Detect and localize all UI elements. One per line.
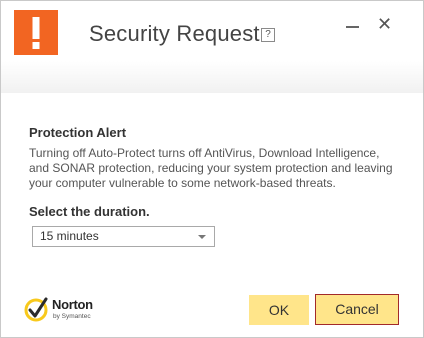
dialog-header: Security Request ? ✕ <box>1 1 423 93</box>
security-request-dialog: Security Request ? ✕ Protection Alert Tu… <box>0 0 424 338</box>
minimize-button[interactable] <box>346 15 360 29</box>
alert-section: Protection Alert Turning off Auto-Protec… <box>29 125 401 191</box>
brand-tagline: by Symantec <box>53 313 91 320</box>
alert-description: Turning off Auto-Protect turns off AntiV… <box>29 146 393 190</box>
duration-selected-value: 15 minutes <box>40 229 99 243</box>
ok-button[interactable]: OK <box>249 295 309 325</box>
duration-select[interactable]: 15 minutes <box>32 226 215 247</box>
dialog-title: Security Request <box>89 21 260 46</box>
norton-logo: Norton by Symantec <box>24 293 104 327</box>
cancel-button[interactable]: Cancel <box>315 294 399 325</box>
warning-icon <box>14 10 58 55</box>
norton-checkmark-icon <box>24 297 48 322</box>
brand-name: Norton <box>52 297 93 312</box>
duration-label: Select the duration. <box>29 204 150 219</box>
help-icon[interactable]: ? <box>261 28 275 42</box>
chevron-down-icon <box>198 235 206 239</box>
close-button[interactable]: ✕ <box>377 15 392 33</box>
alert-heading: Protection Alert <box>29 125 127 140</box>
